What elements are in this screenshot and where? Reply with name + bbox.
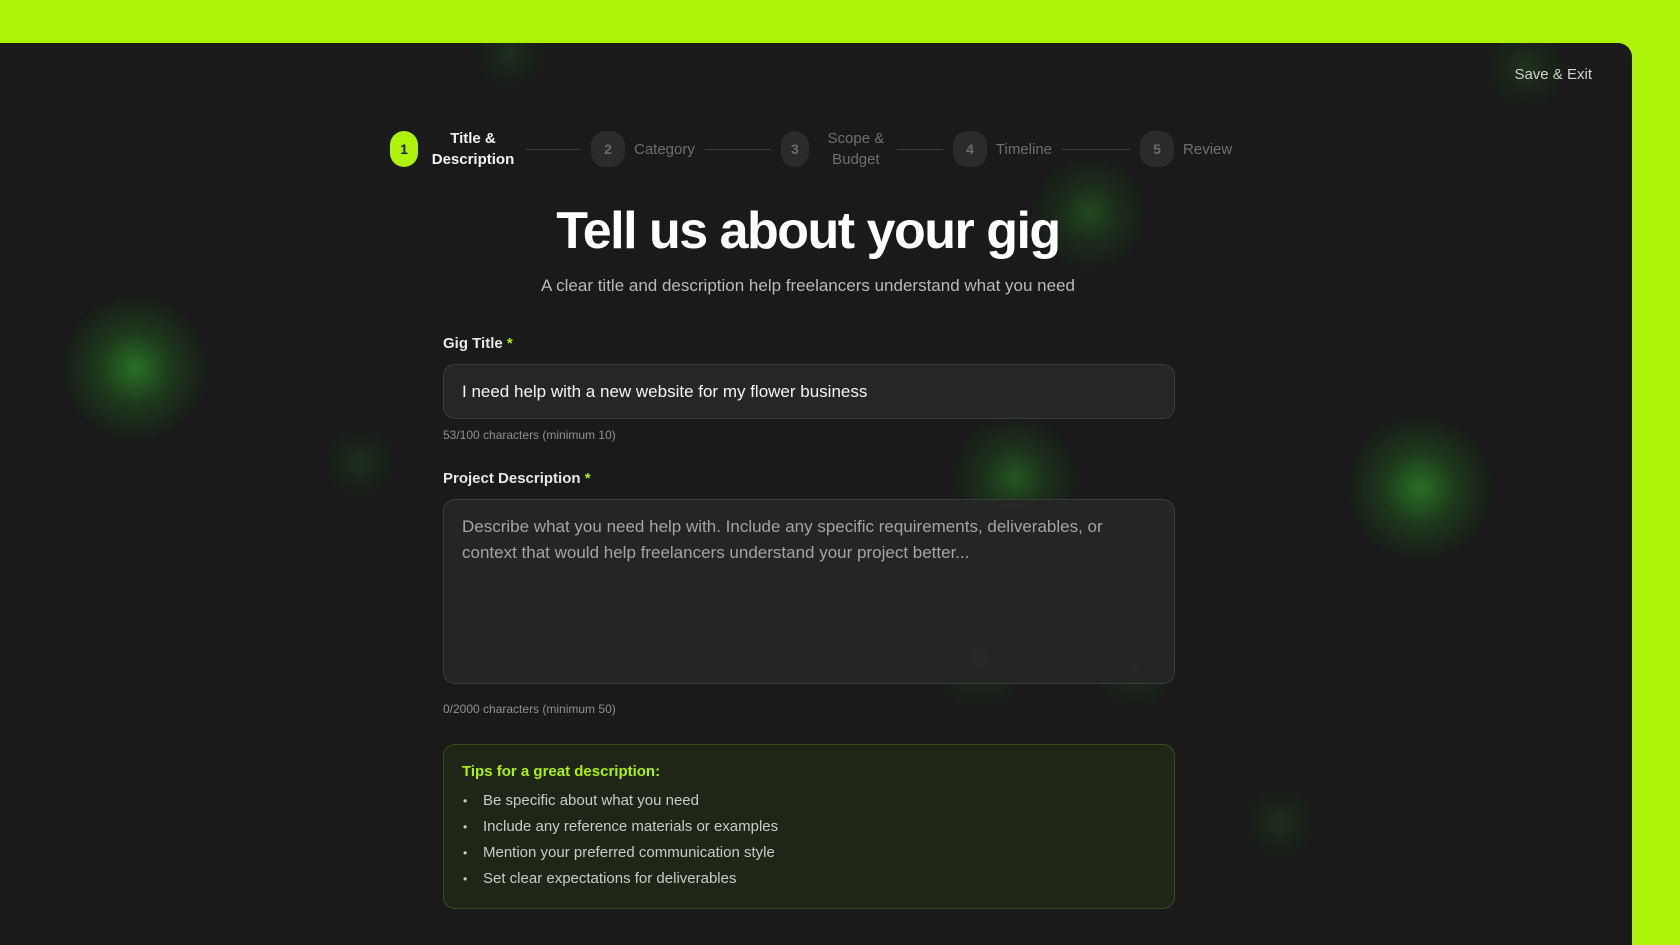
tip-item: Include any reference materials or examp… xyxy=(462,814,1156,840)
step-connector xyxy=(526,148,581,150)
required-mark: * xyxy=(506,335,513,352)
step-label: Scope & Budget xyxy=(827,130,885,168)
project-description-label: Project Description * xyxy=(443,470,1175,487)
step-connector xyxy=(704,148,771,150)
step-scope-budget[interactable]: 3 Scope & Budget xyxy=(780,128,887,170)
step-review[interactable]: 5 Review xyxy=(1140,131,1232,167)
step-number: 5 xyxy=(1140,131,1175,167)
step-connector xyxy=(896,148,943,150)
tips-title: Tips for a great description: xyxy=(462,763,661,780)
required-mark: * xyxy=(584,470,591,487)
tips-list: Be specific about what you need Include … xyxy=(462,788,1156,892)
background-glow xyxy=(60,293,210,443)
gig-title-label-text: Gig Title xyxy=(443,335,503,352)
step-number: 3 xyxy=(780,131,809,167)
step-number: 1 xyxy=(390,131,418,167)
step-number: 2 xyxy=(591,131,625,167)
project-description-textarea[interactable] xyxy=(443,499,1175,684)
progress-stepper: 1 Title & Description 2 Category 3 Scope… xyxy=(390,127,1232,171)
tip-item: Mention your preferred communication sty… xyxy=(462,840,1156,866)
tip-item: Set clear expectations for deliverables xyxy=(462,866,1156,892)
gig-title-char-count: 53/100 characters (minimum 10) xyxy=(443,428,616,442)
tips-panel: Tips for a great description: Be specifi… xyxy=(443,744,1175,909)
save-exit-button[interactable]: Save & Exit xyxy=(1508,65,1598,84)
project-description-label-text: Project Description xyxy=(443,470,581,487)
background-glow xyxy=(1240,783,1320,863)
background-glow xyxy=(1345,413,1495,563)
step-label: Category xyxy=(634,140,695,158)
step-label: Timeline xyxy=(995,140,1053,158)
tip-item: Be specific about what you need xyxy=(462,788,1156,814)
page-subtitle: A clear title and description help freel… xyxy=(541,276,1075,295)
gig-form: Gig Title * 53/100 characters (minimum 1… xyxy=(443,335,1175,909)
step-label: Review xyxy=(1183,140,1233,158)
project-description-char-count: 0/2000 characters (minimum 50) xyxy=(443,702,616,716)
step-connector xyxy=(1062,148,1131,150)
background-glow xyxy=(470,43,550,93)
step-label: Title & Description xyxy=(431,130,515,168)
step-category[interactable]: 2 Category xyxy=(591,131,695,167)
gig-title-input[interactable] xyxy=(443,364,1175,419)
gig-title-label: Gig Title * xyxy=(443,335,1175,352)
app-window: Save & Exit 1 Title & Description 2 Cate… xyxy=(0,43,1632,945)
step-timeline[interactable]: 4 Timeline xyxy=(952,131,1053,167)
step-number: 4 xyxy=(952,131,987,167)
page-title: Tell us about your gig xyxy=(556,202,1061,260)
background-glow xyxy=(320,423,400,503)
step-title-description[interactable]: 1 Title & Description xyxy=(390,128,516,170)
